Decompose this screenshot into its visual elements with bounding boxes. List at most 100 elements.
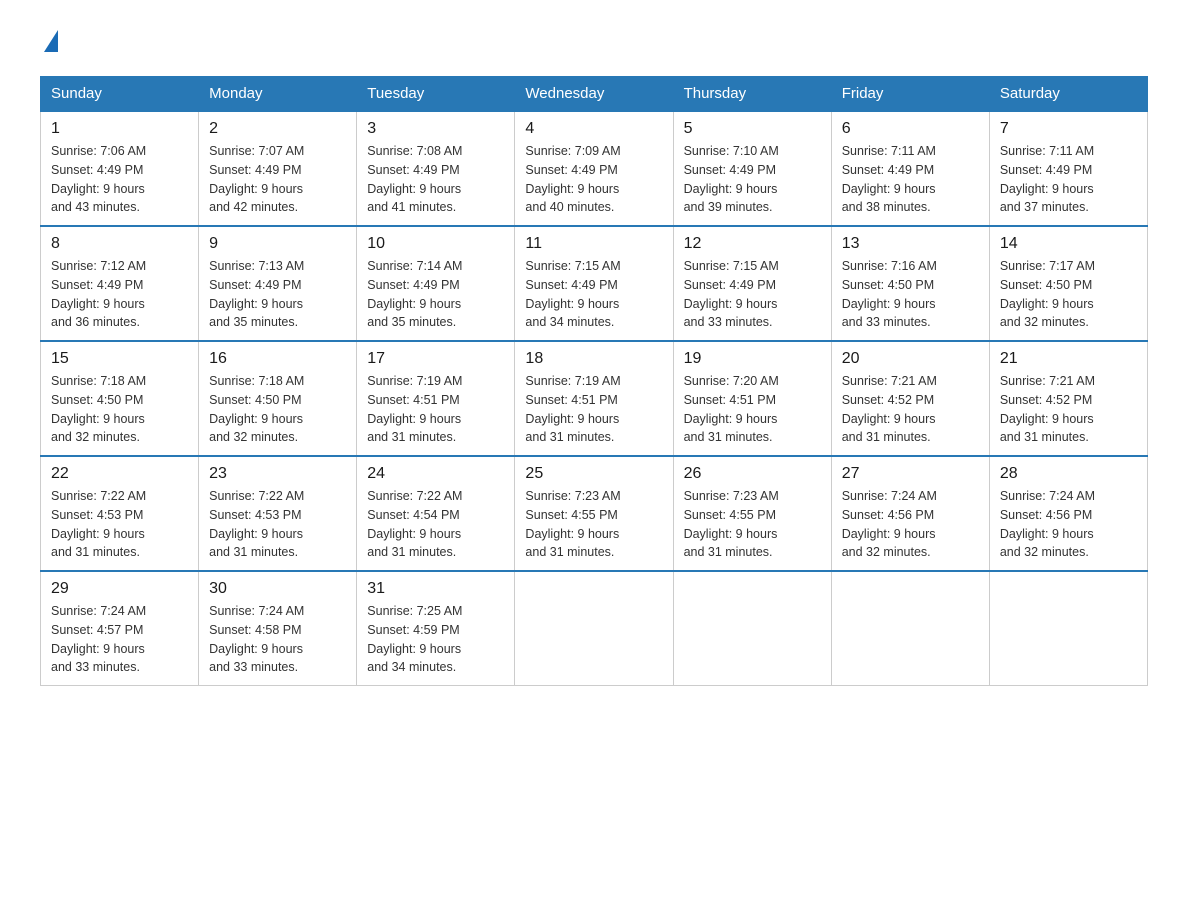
day-info: Sunrise: 7:21 AMSunset: 4:52 PMDaylight:… (842, 372, 979, 447)
day-info: Sunrise: 7:10 AMSunset: 4:49 PMDaylight:… (684, 142, 821, 217)
calendar-week-row: 8 Sunrise: 7:12 AMSunset: 4:49 PMDayligh… (41, 226, 1148, 341)
day-cell-26: 26 Sunrise: 7:23 AMSunset: 4:55 PMDaylig… (673, 456, 831, 571)
day-number: 23 (209, 465, 346, 483)
day-cell-10: 10 Sunrise: 7:14 AMSunset: 4:49 PMDaylig… (357, 226, 515, 341)
day-cell-22: 22 Sunrise: 7:22 AMSunset: 4:53 PMDaylig… (41, 456, 199, 571)
day-info: Sunrise: 7:11 AMSunset: 4:49 PMDaylight:… (842, 142, 979, 217)
logo-triangle-icon (44, 30, 58, 52)
day-cell-4: 4 Sunrise: 7:09 AMSunset: 4:49 PMDayligh… (515, 111, 673, 226)
logo (40, 30, 58, 56)
day-number: 16 (209, 350, 346, 368)
day-info: Sunrise: 7:23 AMSunset: 4:55 PMDaylight:… (684, 487, 821, 562)
weekday-header-saturday: Saturday (989, 77, 1147, 112)
day-number: 11 (525, 235, 662, 253)
empty-cell (989, 571, 1147, 686)
day-cell-3: 3 Sunrise: 7:08 AMSunset: 4:49 PMDayligh… (357, 111, 515, 226)
day-number: 28 (1000, 465, 1137, 483)
day-number: 26 (684, 465, 821, 483)
day-number: 20 (842, 350, 979, 368)
day-cell-1: 1 Sunrise: 7:06 AMSunset: 4:49 PMDayligh… (41, 111, 199, 226)
day-info: Sunrise: 7:14 AMSunset: 4:49 PMDaylight:… (367, 257, 504, 332)
day-number: 29 (51, 580, 188, 598)
weekday-header-thursday: Thursday (673, 77, 831, 112)
day-cell-31: 31 Sunrise: 7:25 AMSunset: 4:59 PMDaylig… (357, 571, 515, 686)
day-info: Sunrise: 7:15 AMSunset: 4:49 PMDaylight:… (525, 257, 662, 332)
weekday-header-friday: Friday (831, 77, 989, 112)
day-info: Sunrise: 7:17 AMSunset: 4:50 PMDaylight:… (1000, 257, 1137, 332)
day-info: Sunrise: 7:20 AMSunset: 4:51 PMDaylight:… (684, 372, 821, 447)
day-cell-12: 12 Sunrise: 7:15 AMSunset: 4:49 PMDaylig… (673, 226, 831, 341)
day-info: Sunrise: 7:18 AMSunset: 4:50 PMDaylight:… (51, 372, 188, 447)
day-cell-13: 13 Sunrise: 7:16 AMSunset: 4:50 PMDaylig… (831, 226, 989, 341)
day-cell-14: 14 Sunrise: 7:17 AMSunset: 4:50 PMDaylig… (989, 226, 1147, 341)
day-info: Sunrise: 7:22 AMSunset: 4:54 PMDaylight:… (367, 487, 504, 562)
day-cell-2: 2 Sunrise: 7:07 AMSunset: 4:49 PMDayligh… (199, 111, 357, 226)
day-info: Sunrise: 7:15 AMSunset: 4:49 PMDaylight:… (684, 257, 821, 332)
day-info: Sunrise: 7:13 AMSunset: 4:49 PMDaylight:… (209, 257, 346, 332)
day-info: Sunrise: 7:07 AMSunset: 4:49 PMDaylight:… (209, 142, 346, 217)
day-number: 2 (209, 120, 346, 138)
day-number: 30 (209, 580, 346, 598)
weekday-header-wednesday: Wednesday (515, 77, 673, 112)
day-number: 1 (51, 120, 188, 138)
day-cell-25: 25 Sunrise: 7:23 AMSunset: 4:55 PMDaylig… (515, 456, 673, 571)
day-number: 7 (1000, 120, 1137, 138)
calendar-week-row: 29 Sunrise: 7:24 AMSunset: 4:57 PMDaylig… (41, 571, 1148, 686)
day-cell-21: 21 Sunrise: 7:21 AMSunset: 4:52 PMDaylig… (989, 341, 1147, 456)
day-info: Sunrise: 7:22 AMSunset: 4:53 PMDaylight:… (51, 487, 188, 562)
day-cell-29: 29 Sunrise: 7:24 AMSunset: 4:57 PMDaylig… (41, 571, 199, 686)
day-number: 10 (367, 235, 504, 253)
day-cell-18: 18 Sunrise: 7:19 AMSunset: 4:51 PMDaylig… (515, 341, 673, 456)
day-cell-17: 17 Sunrise: 7:19 AMSunset: 4:51 PMDaylig… (357, 341, 515, 456)
day-info: Sunrise: 7:18 AMSunset: 4:50 PMDaylight:… (209, 372, 346, 447)
day-number: 9 (209, 235, 346, 253)
day-info: Sunrise: 7:19 AMSunset: 4:51 PMDaylight:… (525, 372, 662, 447)
day-number: 19 (684, 350, 821, 368)
day-info: Sunrise: 7:24 AMSunset: 4:56 PMDaylight:… (842, 487, 979, 562)
day-cell-27: 27 Sunrise: 7:24 AMSunset: 4:56 PMDaylig… (831, 456, 989, 571)
day-cell-7: 7 Sunrise: 7:11 AMSunset: 4:49 PMDayligh… (989, 111, 1147, 226)
day-number: 4 (525, 120, 662, 138)
day-info: Sunrise: 7:24 AMSunset: 4:56 PMDaylight:… (1000, 487, 1137, 562)
day-cell-6: 6 Sunrise: 7:11 AMSunset: 4:49 PMDayligh… (831, 111, 989, 226)
day-info: Sunrise: 7:11 AMSunset: 4:49 PMDaylight:… (1000, 142, 1137, 217)
day-number: 13 (842, 235, 979, 253)
day-cell-15: 15 Sunrise: 7:18 AMSunset: 4:50 PMDaylig… (41, 341, 199, 456)
day-cell-28: 28 Sunrise: 7:24 AMSunset: 4:56 PMDaylig… (989, 456, 1147, 571)
day-info: Sunrise: 7:16 AMSunset: 4:50 PMDaylight:… (842, 257, 979, 332)
day-info: Sunrise: 7:08 AMSunset: 4:49 PMDaylight:… (367, 142, 504, 217)
calendar-table: SundayMondayTuesdayWednesdayThursdayFrid… (40, 76, 1148, 686)
weekday-header-tuesday: Tuesday (357, 77, 515, 112)
empty-cell (515, 571, 673, 686)
day-info: Sunrise: 7:21 AMSunset: 4:52 PMDaylight:… (1000, 372, 1137, 447)
day-info: Sunrise: 7:23 AMSunset: 4:55 PMDaylight:… (525, 487, 662, 562)
weekday-header-row: SundayMondayTuesdayWednesdayThursdayFrid… (41, 77, 1148, 112)
calendar-week-row: 15 Sunrise: 7:18 AMSunset: 4:50 PMDaylig… (41, 341, 1148, 456)
day-cell-24: 24 Sunrise: 7:22 AMSunset: 4:54 PMDaylig… (357, 456, 515, 571)
day-number: 3 (367, 120, 504, 138)
day-cell-9: 9 Sunrise: 7:13 AMSunset: 4:49 PMDayligh… (199, 226, 357, 341)
day-number: 17 (367, 350, 504, 368)
empty-cell (673, 571, 831, 686)
day-cell-16: 16 Sunrise: 7:18 AMSunset: 4:50 PMDaylig… (199, 341, 357, 456)
day-number: 27 (842, 465, 979, 483)
day-info: Sunrise: 7:09 AMSunset: 4:49 PMDaylight:… (525, 142, 662, 217)
day-number: 5 (684, 120, 821, 138)
day-info: Sunrise: 7:06 AMSunset: 4:49 PMDaylight:… (51, 142, 188, 217)
day-cell-5: 5 Sunrise: 7:10 AMSunset: 4:49 PMDayligh… (673, 111, 831, 226)
day-cell-11: 11 Sunrise: 7:15 AMSunset: 4:49 PMDaylig… (515, 226, 673, 341)
day-cell-30: 30 Sunrise: 7:24 AMSunset: 4:58 PMDaylig… (199, 571, 357, 686)
day-number: 8 (51, 235, 188, 253)
day-number: 21 (1000, 350, 1137, 368)
day-cell-8: 8 Sunrise: 7:12 AMSunset: 4:49 PMDayligh… (41, 226, 199, 341)
weekday-header-sunday: Sunday (41, 77, 199, 112)
page-header (40, 30, 1148, 56)
day-cell-19: 19 Sunrise: 7:20 AMSunset: 4:51 PMDaylig… (673, 341, 831, 456)
empty-cell (831, 571, 989, 686)
day-cell-20: 20 Sunrise: 7:21 AMSunset: 4:52 PMDaylig… (831, 341, 989, 456)
day-number: 31 (367, 580, 504, 598)
day-info: Sunrise: 7:24 AMSunset: 4:58 PMDaylight:… (209, 602, 346, 677)
day-number: 14 (1000, 235, 1137, 253)
day-info: Sunrise: 7:25 AMSunset: 4:59 PMDaylight:… (367, 602, 504, 677)
day-info: Sunrise: 7:19 AMSunset: 4:51 PMDaylight:… (367, 372, 504, 447)
